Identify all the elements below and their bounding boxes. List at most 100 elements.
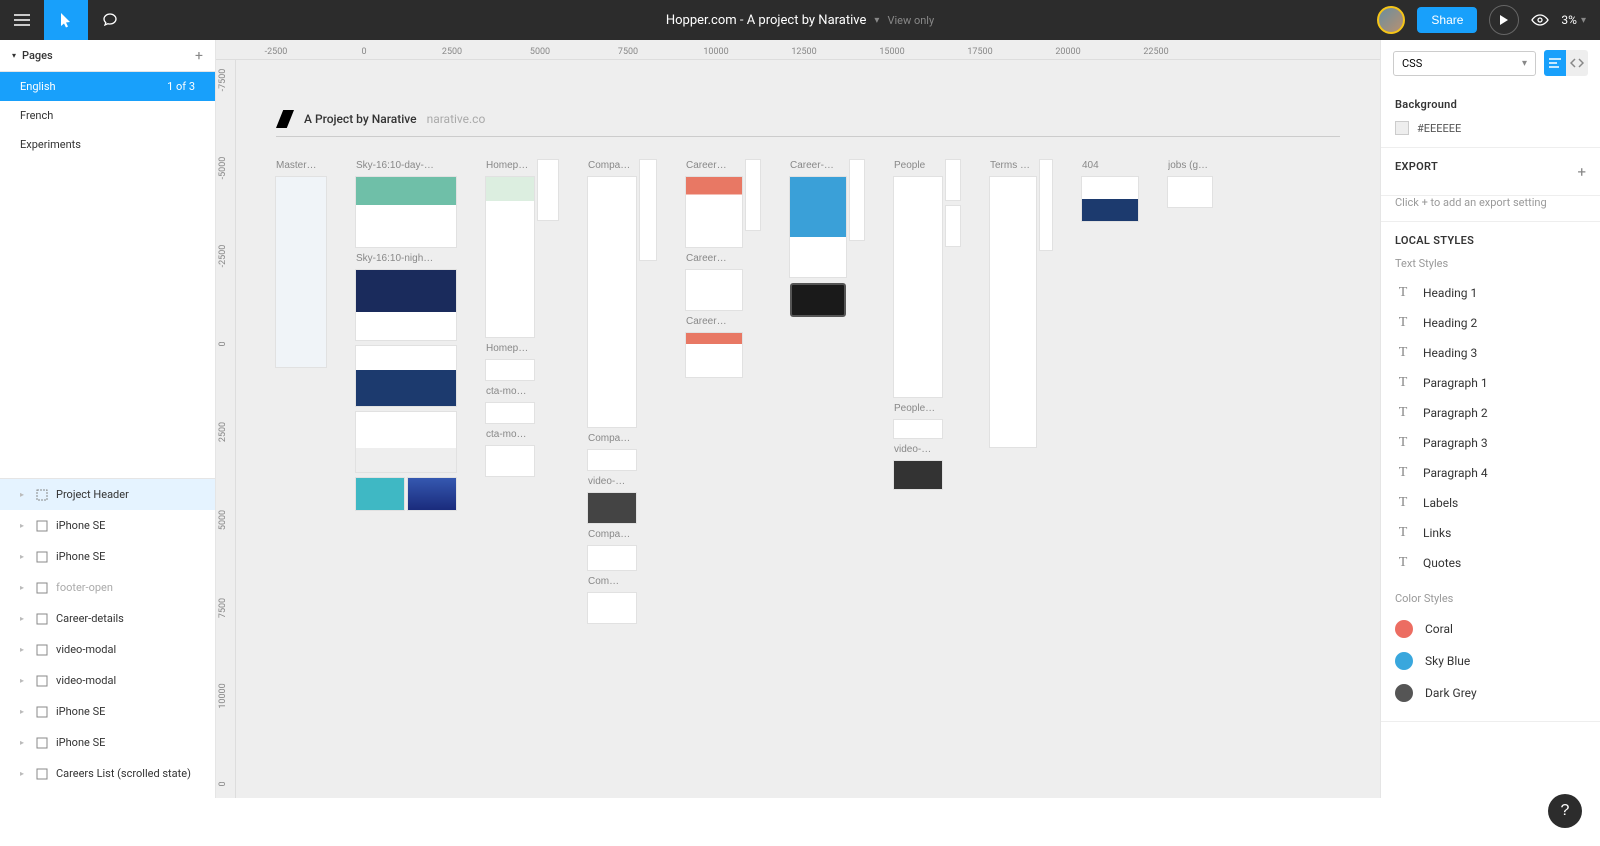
- pages-title[interactable]: ▾ Pages: [12, 49, 53, 62]
- canvas[interactable]: -250002500500075001000012500150001750020…: [216, 40, 1380, 798]
- layer-item[interactable]: ▸iPhone SE: [0, 510, 215, 541]
- frame-thumb[interactable]: [1040, 160, 1052, 250]
- frame-thumb[interactable]: [408, 478, 456, 510]
- frame-label[interactable]: video-…: [588, 476, 636, 487]
- layer-item[interactable]: ▸Career-details: [0, 603, 215, 634]
- frame-thumb[interactable]: [790, 177, 846, 277]
- frame-label[interactable]: Compa…: [588, 433, 636, 444]
- frame-thumb[interactable]: [356, 478, 404, 510]
- frame-thumb[interactable]: [990, 177, 1036, 447]
- text-style-item[interactable]: THeading 3: [1395, 338, 1586, 368]
- frame-label[interactable]: Homep…: [486, 160, 534, 171]
- frame-label[interactable]: video-…: [894, 444, 942, 455]
- text-style-item[interactable]: THeading 2: [1395, 308, 1586, 338]
- layer-item[interactable]: ▸Careers List: [0, 789, 215, 798]
- frame-thumb[interactable]: [588, 177, 636, 427]
- frame-thumb[interactable]: [486, 360, 534, 380]
- frame-thumb[interactable]: [686, 177, 742, 247]
- frame-label[interactable]: Sky-16:10-night-…: [356, 253, 436, 264]
- comment-tool[interactable]: [88, 0, 132, 40]
- zoom-menu[interactable]: 3% ▾: [1561, 13, 1586, 27]
- frame-thumb[interactable]: [894, 420, 942, 438]
- add-page-button[interactable]: +: [195, 48, 203, 64]
- help-button[interactable]: ?: [1548, 794, 1582, 828]
- frame-thumb[interactable]: [894, 461, 942, 489]
- text-style-item[interactable]: THeading 1: [1395, 278, 1586, 308]
- text-style-item[interactable]: TLinks: [1395, 518, 1586, 548]
- frame-label[interactable]: People: [894, 160, 942, 171]
- frame-label[interactable]: Compa…: [588, 160, 636, 171]
- color-style-item[interactable]: Coral: [1395, 613, 1586, 645]
- text-style-item[interactable]: TParagraph 2: [1395, 398, 1586, 428]
- frame-thumb[interactable]: [946, 206, 960, 246]
- list-view-button[interactable]: [1544, 50, 1566, 76]
- frame-label[interactable]: Career-…: [790, 160, 846, 171]
- present-button[interactable]: [1489, 5, 1519, 35]
- frame-label[interactable]: Career…: [686, 316, 742, 327]
- frame-thumb[interactable]: [486, 403, 534, 423]
- text-style-item[interactable]: TQuotes: [1395, 548, 1586, 578]
- frame-thumb[interactable]: [538, 160, 558, 220]
- add-export-button[interactable]: +: [1577, 163, 1586, 181]
- frame-label[interactable]: Compa…: [588, 529, 636, 540]
- project-header-frame[interactable]: A Project by Narative narative.co: [276, 110, 1340, 137]
- layer-item[interactable]: ▸iPhone SE: [0, 696, 215, 727]
- layer-item[interactable]: ▸video-modal: [0, 665, 215, 696]
- frame-thumb[interactable]: [588, 493, 636, 523]
- color-style-item[interactable]: Sky Blue: [1395, 645, 1586, 677]
- frame-thumb[interactable]: [640, 160, 656, 260]
- layer-item[interactable]: ▸iPhone SE: [0, 541, 215, 572]
- text-style-item[interactable]: TLabels: [1395, 488, 1586, 518]
- frame-thumb[interactable]: [588, 546, 636, 570]
- frame-thumb[interactable]: [486, 446, 534, 476]
- frame-thumb[interactable]: [588, 593, 636, 623]
- frame-thumb[interactable]: [946, 160, 960, 200]
- frame-label[interactable]: Com…: [588, 576, 636, 587]
- frame-label[interactable]: Terms …: [990, 160, 1036, 171]
- text-style-item[interactable]: TParagraph 1: [1395, 368, 1586, 398]
- frame-label[interactable]: Master…: [276, 160, 326, 171]
- frame-label[interactable]: cta-mo…: [486, 429, 534, 440]
- text-style-item[interactable]: TParagraph 4: [1395, 458, 1586, 488]
- frame-thumb[interactable]: [1168, 177, 1212, 207]
- frame-label[interactable]: Homep…: [486, 343, 534, 354]
- frame-thumb[interactable]: [486, 177, 534, 337]
- frame-thumb[interactable]: [356, 177, 456, 247]
- layer-item[interactable]: ▸Careers List (scrolled state): [0, 758, 215, 789]
- frame-label[interactable]: Career…: [686, 253, 742, 264]
- layer-item[interactable]: ▸video-modal: [0, 634, 215, 665]
- frame-label[interactable]: People…: [894, 403, 942, 414]
- cursor-tool[interactable]: [44, 0, 88, 40]
- frame-thumb[interactable]: [356, 270, 456, 340]
- frame-thumb[interactable]: [356, 412, 456, 472]
- frame-thumb[interactable]: [894, 177, 942, 397]
- page-item[interactable]: French: [0, 101, 215, 130]
- frame-label[interactable]: 404: [1082, 160, 1138, 171]
- frame-label[interactable]: Career…: [686, 160, 742, 171]
- menu-button[interactable]: [0, 0, 44, 40]
- background-row[interactable]: #EEEEEE: [1395, 121, 1586, 135]
- frame-thumb[interactable]: [686, 333, 742, 377]
- frame-thumb[interactable]: [1082, 177, 1138, 221]
- canvas-inner[interactable]: A Project by Narative narative.co Master…: [236, 60, 1380, 798]
- page-item[interactable]: Experiments: [0, 130, 215, 159]
- text-style-item[interactable]: TParagraph 3: [1395, 428, 1586, 458]
- frame-thumb[interactable]: [276, 177, 326, 367]
- document-title[interactable]: Hopper.com - A project by Narative ▾ Vie…: [666, 13, 934, 28]
- frame-label[interactable]: cta-mo…: [486, 386, 534, 397]
- share-button[interactable]: Share: [1417, 7, 1477, 33]
- frame-thumb[interactable]: [746, 160, 760, 230]
- color-style-item[interactable]: Dark Grey: [1395, 677, 1586, 709]
- code-mode-select[interactable]: CSS ▾: [1393, 51, 1536, 76]
- user-avatar[interactable]: [1377, 6, 1405, 34]
- frame-thumb[interactable]: [790, 283, 846, 317]
- frame-thumb[interactable]: [686, 270, 742, 310]
- page-item[interactable]: English1 of 3: [0, 72, 215, 101]
- frame-thumb[interactable]: [588, 450, 636, 470]
- frame-label[interactable]: Sky-16:10-day-C…: [356, 160, 436, 171]
- layer-item[interactable]: ▸iPhone SE: [0, 727, 215, 758]
- frame-thumb[interactable]: [850, 160, 864, 240]
- frame-thumb[interactable]: [356, 346, 456, 406]
- layer-item[interactable]: ▸Project Header: [0, 479, 215, 510]
- view-settings-button[interactable]: [1531, 14, 1549, 26]
